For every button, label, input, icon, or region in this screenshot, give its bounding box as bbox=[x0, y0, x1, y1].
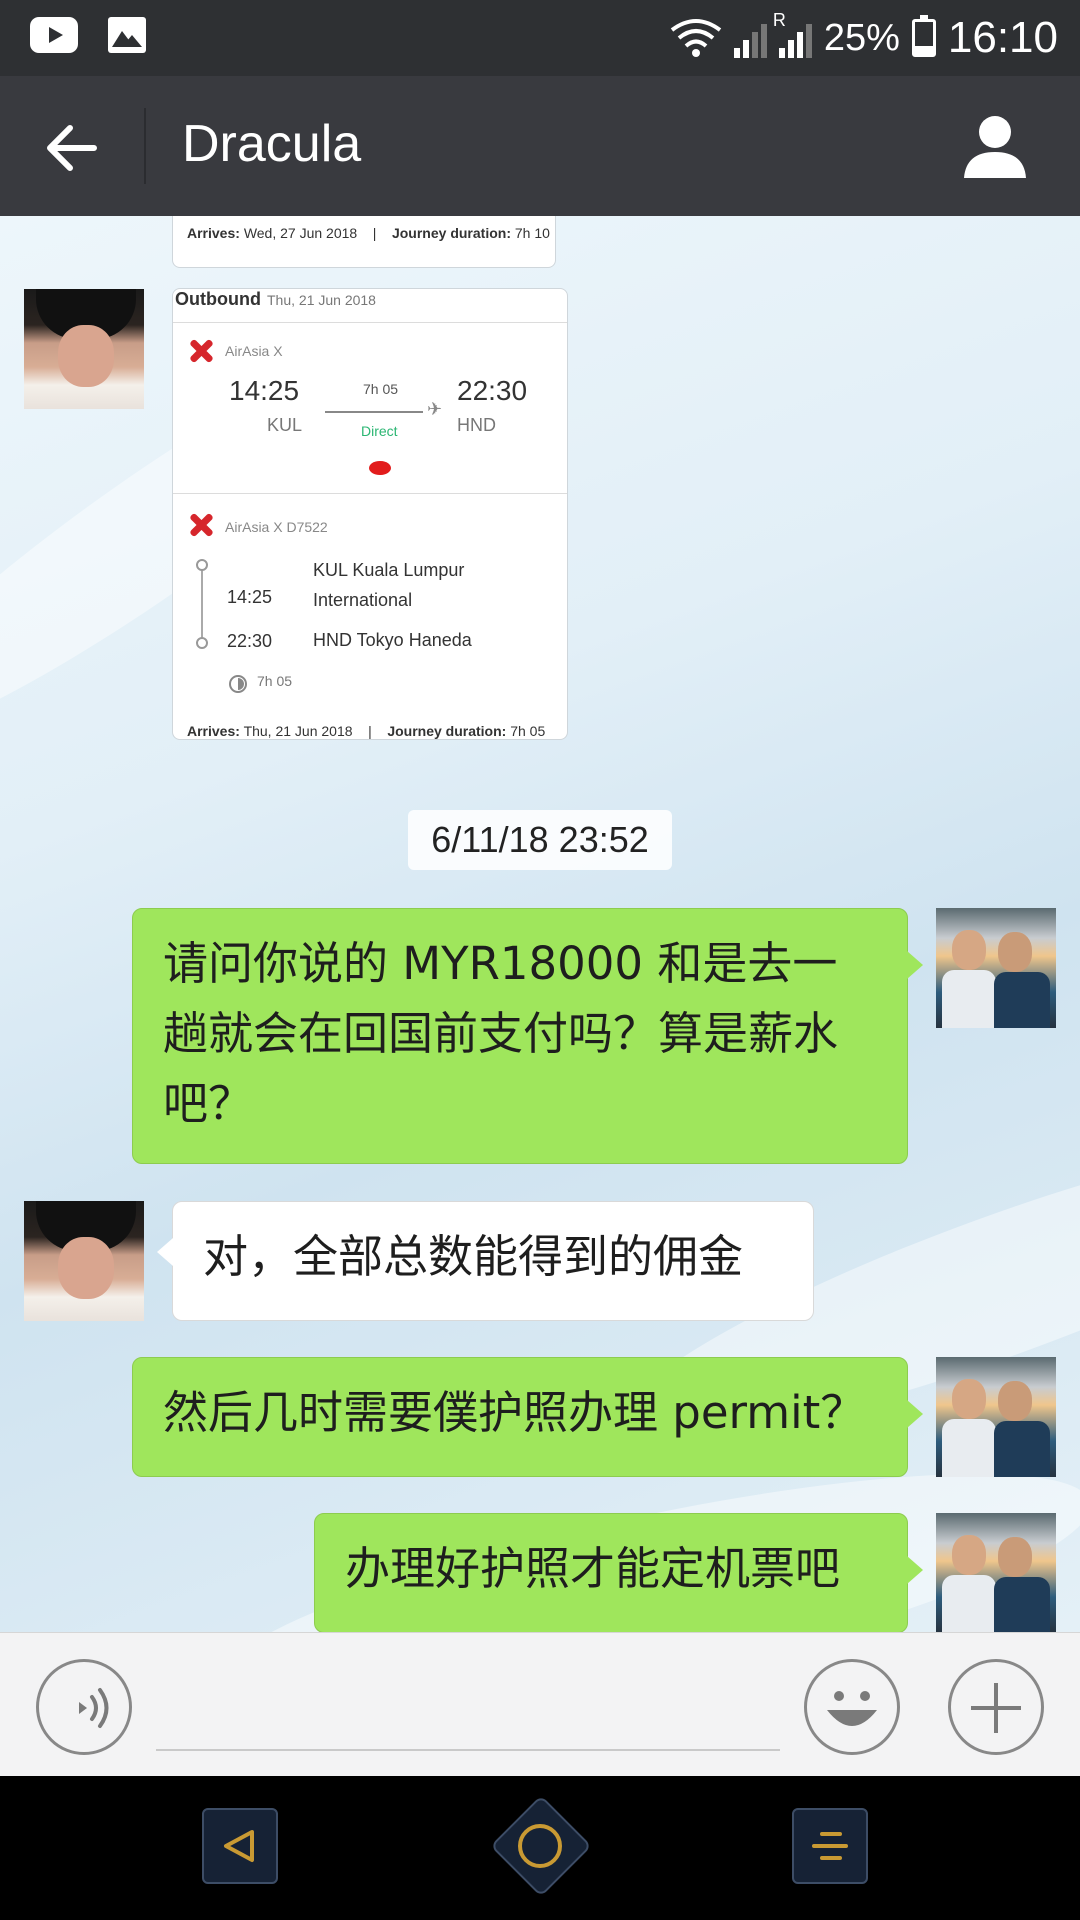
previous-flight-card[interactable]: Arrives: Wed, 27 Jun 2018 | Journey dura… bbox=[172, 216, 556, 268]
chat-area[interactable]: Arrives: Wed, 27 Jun 2018 | Journey dura… bbox=[0, 216, 1080, 1632]
plus-icon[interactable] bbox=[948, 1659, 1044, 1755]
depart-time: 14:25 bbox=[229, 375, 300, 406]
outbound-date: Thu, 21 Jun 2018 bbox=[267, 292, 376, 308]
emoji-icon[interactable] bbox=[804, 1659, 900, 1755]
wifi-icon bbox=[670, 19, 722, 57]
input-underline bbox=[156, 1749, 780, 1751]
message-input[interactable] bbox=[156, 1663, 780, 1749]
avatar[interactable] bbox=[936, 1513, 1056, 1632]
segment-dot bbox=[196, 637, 208, 649]
avatar[interactable] bbox=[936, 1357, 1056, 1477]
depart-code: KUL bbox=[267, 415, 303, 435]
segment-arrive-place: HND Tokyo Haneda bbox=[313, 630, 472, 650]
clock-time: 16:10 bbox=[947, 13, 1058, 62]
duration-label: Journey duration: bbox=[391, 225, 511, 241]
airasia-logo-icon bbox=[187, 511, 215, 539]
home-ring-icon bbox=[518, 1824, 562, 1868]
message-input-bar bbox=[0, 1632, 1080, 1776]
arrives-value: Thu, 21 Jun 2018 bbox=[243, 723, 353, 739]
outbound-title: Outbound bbox=[175, 289, 261, 309]
segment-duration: 7h 05 bbox=[257, 673, 293, 689]
arrives-label: Arrives: bbox=[187, 225, 240, 241]
duration-value: 7h 10 bbox=[514, 225, 550, 241]
header-divider bbox=[144, 108, 146, 184]
roaming-label: R bbox=[772, 10, 786, 30]
message-bubble-outgoing[interactable]: 请问你说的 MYR18000 和是去一趟就会在回国前支付吗？算是薪水吧？ bbox=[132, 908, 923, 1164]
flight-card-header: Outbound Thu, 21 Jun 2018 bbox=[173, 289, 567, 323]
voice-icon[interactable] bbox=[36, 1659, 132, 1755]
duration-label: Journey duration: bbox=[387, 723, 507, 739]
flight-path-line bbox=[325, 411, 423, 413]
signal-icon-roaming: R bbox=[773, 10, 812, 58]
segment-arrive-time: 22:30 bbox=[227, 631, 273, 651]
signal-icon bbox=[733, 18, 767, 58]
chat-title: Dracula bbox=[182, 115, 362, 173]
footer-separator: | bbox=[372, 225, 377, 241]
battery-icon bbox=[911, 15, 936, 57]
nav-back-icon[interactable] bbox=[202, 1808, 278, 1884]
avatar[interactable] bbox=[936, 908, 1056, 1028]
flight-card-footer: Arrives: Thu, 21 Jun 2018 | Journey dura… bbox=[187, 723, 545, 739]
footer-separator: | bbox=[368, 723, 372, 739]
airasia-logo-icon bbox=[187, 337, 215, 365]
flight-duration: 7h 05 bbox=[363, 381, 399, 397]
segment-dot bbox=[196, 559, 208, 571]
message-bubble-outgoing[interactable]: 办理好护照才能定机票吧 bbox=[314, 1513, 923, 1632]
message-bubble-outgoing[interactable]: 然后几时需要僕护照办理 permit？ bbox=[132, 1357, 923, 1477]
flight-card[interactable]: Outbound Thu, 21 Jun 2018 AirAsia X 14:2… bbox=[172, 288, 568, 740]
nav-menu-icon[interactable] bbox=[792, 1808, 868, 1884]
airline-name: AirAsia X bbox=[225, 343, 283, 359]
gallery-icon bbox=[108, 17, 146, 53]
battery-percent: 25% bbox=[823, 16, 900, 59]
segment-depart-time: 14:25 bbox=[227, 587, 273, 607]
arrive-code: HND bbox=[457, 415, 496, 435]
segment-depart-place: KUL Kuala Lumpur International bbox=[313, 560, 465, 610]
red-marker bbox=[369, 461, 391, 475]
segment-line bbox=[201, 565, 203, 643]
duration-value: 7h 05 bbox=[510, 723, 546, 739]
arrow-left-icon[interactable] bbox=[40, 116, 104, 180]
person-icon[interactable] bbox=[960, 112, 1030, 182]
arrives-label: Arrives: bbox=[187, 723, 240, 739]
youtube-icon bbox=[30, 17, 78, 53]
arrives-value: Wed, 27 Jun 2018 bbox=[243, 225, 358, 241]
card-divider bbox=[173, 493, 567, 494]
direct-label: Direct bbox=[361, 423, 398, 439]
chat-header: Dracula bbox=[0, 76, 1080, 216]
plane-icon: ✈ bbox=[427, 399, 443, 419]
prev-card-footer: Arrives: Wed, 27 Jun 2018 | Journey dura… bbox=[187, 225, 550, 241]
message-timestamp: 6/11/18 23:52 bbox=[408, 810, 672, 870]
status-bar: R 25% 16:10 bbox=[0, 0, 1080, 76]
avatar[interactable] bbox=[24, 289, 144, 409]
message-bubble-incoming[interactable]: 对，全部总数能得到的佣金 bbox=[157, 1201, 814, 1321]
status-indicators: R 25% 16:10 bbox=[670, 10, 1058, 66]
flight-number: AirAsia X D7522 bbox=[225, 519, 328, 535]
clock-icon bbox=[229, 675, 247, 693]
arrive-time: 22:30 bbox=[457, 375, 528, 406]
avatar[interactable] bbox=[24, 1201, 144, 1321]
